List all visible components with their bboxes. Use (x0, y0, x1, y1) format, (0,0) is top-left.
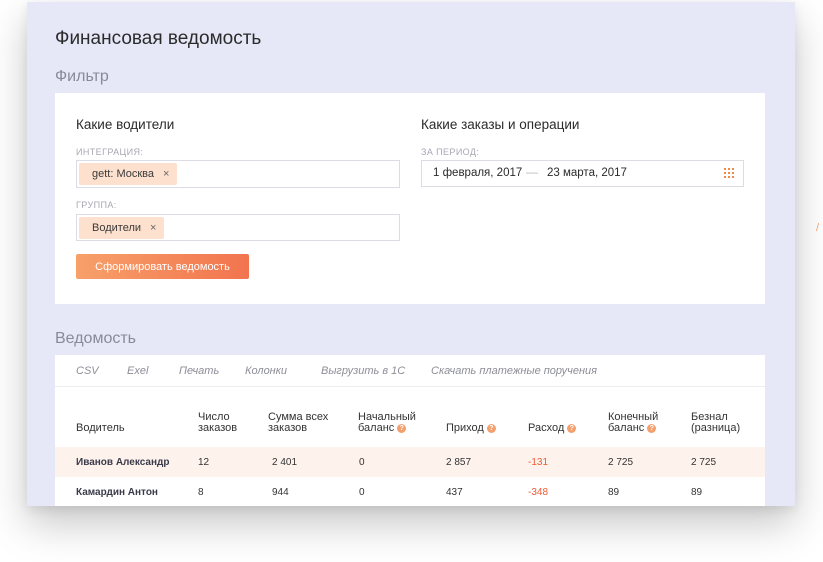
finance-report-window: Финансовая ведомость Фильтр Какие водите… (27, 2, 795, 506)
export-1c-link[interactable]: Выгрузить в 1С (321, 365, 405, 377)
group-label: ГРУППА: (76, 200, 117, 210)
orders-count: 12 (198, 457, 210, 468)
cashless: 2 725 (691, 457, 717, 468)
header-expense[interactable]: Расход? (528, 423, 577, 434)
download-payment-orders-link[interactable]: Скачать платежные поручения (431, 365, 597, 377)
edge-fragment: / (816, 222, 820, 234)
date-to[interactable]: 23 марта, 2017 (547, 167, 627, 179)
period-field[interactable]: 1 февраля, 2017 — 23 марта, 2017 (421, 160, 744, 187)
help-icon[interactable]: ? (567, 423, 577, 433)
columns-link[interactable]: Колонки (245, 365, 287, 377)
expense: -131 (528, 457, 549, 468)
table-row[interactable]: Камардин Антон 8 944 0 437 -348 89 89 (55, 477, 765, 506)
date-separator: — (526, 165, 538, 179)
integration-field[interactable]: gett: Москва × (76, 160, 400, 188)
help-icon[interactable]: ? (486, 423, 496, 433)
remove-tag-icon[interactable]: × (163, 168, 169, 180)
header-orders-count[interactable]: Число заказов (198, 412, 237, 434)
start-balance: 0 (359, 457, 365, 468)
header-start-balance[interactable]: Начальный баланс? (358, 412, 416, 434)
calendar-icon[interactable] (724, 168, 735, 179)
orders-sum: 944 (272, 487, 289, 498)
report-card: CSV Exel Печать Колонки Выгрузить в 1С С… (55, 355, 765, 506)
cashless: 89 (691, 487, 703, 498)
end-balance: 2 725 (608, 457, 634, 468)
driver-name[interactable]: Камардин Антон (76, 487, 158, 498)
filter-card: Какие водители ИНТЕГРАЦИЯ: gett: Москва ×… (55, 93, 765, 304)
income: 2 857 (446, 457, 472, 468)
page-title: Финансовая ведомость (55, 28, 262, 49)
header-orders-sum[interactable]: Сумма всех заказов (268, 412, 328, 434)
period-label: ЗА ПЕРИОД: (421, 147, 480, 157)
expense: -348 (528, 487, 549, 498)
integration-label: ИНТЕГРАЦИЯ: (76, 147, 144, 157)
remove-tag-icon[interactable]: × (150, 222, 156, 234)
orders-count: 8 (198, 487, 204, 498)
date-from[interactable]: 1 февраля, 2017 (433, 167, 522, 179)
header-driver[interactable]: Водитель (76, 423, 125, 434)
group-tag-label: Водители (92, 222, 142, 234)
filter-section-title: Фильтр (55, 68, 109, 85)
export-csv-link[interactable]: CSV (76, 365, 99, 377)
integration-tag-label: gett: Москва (92, 168, 155, 180)
driver-name[interactable]: Иванов Александр (76, 457, 169, 468)
group-tag: Водители × (79, 217, 165, 239)
generate-report-button[interactable]: Сформировать ведомость (76, 254, 249, 279)
orders-sum: 2 401 (272, 457, 298, 468)
drivers-title: Какие водители (76, 117, 175, 132)
end-balance: 89 (608, 487, 620, 498)
print-link[interactable]: Печать (179, 365, 219, 377)
orders-title: Какие заказы и операции (421, 117, 580, 132)
header-income[interactable]: Приход? (446, 423, 496, 434)
start-balance: 0 (359, 487, 365, 498)
header-cashless[interactable]: Безнал (разница) (691, 412, 740, 434)
integration-tag: gett: Москва × (79, 163, 178, 185)
export-excel-link[interactable]: Exel (127, 365, 148, 377)
group-field[interactable]: Водители × (76, 214, 400, 241)
table-row[interactable]: Иванов Александр 12 2 401 0 2 857 -131 2… (55, 447, 765, 477)
help-icon[interactable]: ? (647, 423, 657, 433)
income: 437 (446, 487, 463, 498)
header-end-balance[interactable]: Конечный баланс? (608, 412, 658, 434)
report-section-title: Ведомость (55, 330, 137, 347)
report-toolbar: CSV Exel Печать Колонки Выгрузить в 1С С… (55, 355, 765, 387)
help-icon[interactable]: ? (397, 423, 407, 433)
